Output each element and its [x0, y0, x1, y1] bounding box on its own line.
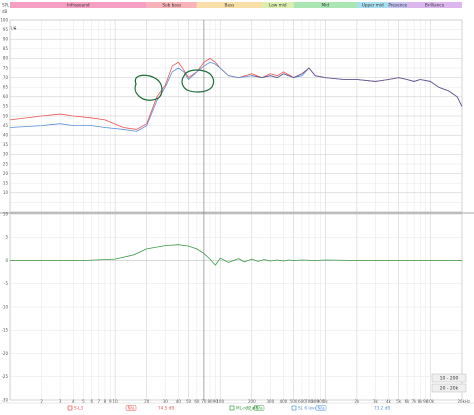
y-tick-label: 80	[3, 56, 9, 61]
y-tick-label: -10	[1, 304, 8, 309]
band-label-7: Brilliance	[425, 3, 445, 8]
spl-series-0	[9, 58, 463, 130]
y-tick-label: 10	[3, 211, 9, 216]
band-label-4: Mid	[322, 3, 330, 8]
y-tick-label: 85	[3, 46, 9, 51]
legend-badge-label-0: N/a	[127, 405, 135, 410]
y-tick-label: 30	[3, 152, 9, 157]
range-button-bottom[interactable]: 20 - 20k	[431, 383, 467, 393]
y-tick-label: 25	[3, 161, 9, 166]
spl-label: SPL	[2, 3, 10, 8]
band-label-6: Presence	[388, 3, 407, 8]
y-tick-label: 20	[3, 171, 9, 176]
annotation-circle-left	[134, 74, 163, 101]
y-tick-label: -5	[4, 281, 8, 286]
frequency-band-strip: Infrasound Sub bass Bass Low mid Mid Upper mi…	[10, 2, 462, 8]
delta-plot-series	[10, 244, 462, 266]
frequency-response-chart: Infrasound Sub bass Bass Low mid Mid Upper mi…	[0, 2, 474, 411]
legend-value-1: 72 dB	[246, 406, 258, 411]
band-label-5: Upper mid	[362, 3, 384, 8]
range-button-top[interactable]: 10 - 200	[431, 373, 467, 383]
legend-value-2: 73.2 dB	[374, 406, 390, 411]
y-tick-label: -15	[1, 328, 8, 333]
axis-tick-labels: 1015202530354045505560657075808590951001…	[0, 17, 470, 404]
y-tick-label: 0	[5, 258, 8, 263]
y-tick-label: 55	[3, 104, 9, 109]
spl-plot-grid	[0, 19, 474, 214]
y-tick-label: 50	[3, 113, 9, 118]
y-tick-label: 90	[3, 37, 9, 42]
band-label-1: Sub bass	[162, 3, 181, 8]
band-label-3: Low mid	[269, 3, 287, 8]
smoothing-dropdown-icon[interactable]: ▾	[14, 26, 16, 31]
legend-badge-label-2: N/a	[317, 405, 325, 410]
db-label: dB	[2, 9, 8, 14]
range-button-bottom-label: 20 - 20k	[440, 386, 459, 392]
legend-checkbox-0[interactable]	[67, 405, 73, 411]
footer-legend: S-L3 N/a 74.5 dB ML-rec_auvN/a72 dB SL 6 lev…	[0, 402, 474, 411]
y-tick-label: 60	[3, 94, 9, 99]
y-tick-label: 40	[3, 133, 9, 138]
annotation-circle-right	[181, 69, 215, 93]
spl-plot-series	[9, 58, 463, 132]
y-tick-label: 65	[3, 85, 9, 90]
legend-checkbox-1[interactable]	[229, 405, 235, 411]
y-tick-label: 70	[3, 75, 9, 80]
y-tick-label: -30	[1, 397, 8, 402]
band-label-0: Infrasound	[67, 3, 90, 8]
band-label-2: Bass	[225, 3, 235, 8]
legend-checkbox-2[interactable]	[291, 405, 297, 411]
y-tick-label: 75	[3, 65, 9, 70]
legend-value-0: 74.5 dB	[158, 406, 174, 411]
legend-name-0: S-L3	[74, 406, 84, 411]
y-tick-label: 45	[3, 123, 9, 128]
delta-series-0	[10, 244, 462, 266]
y-tick-label: 5	[5, 235, 8, 240]
y-tick-label: 15	[3, 181, 9, 186]
y-tick-label: 100	[0, 17, 8, 22]
y-tick-label: -20	[1, 351, 8, 356]
y-tick-label: 35	[3, 142, 9, 147]
range-button-top-label: 10 - 200	[440, 376, 459, 382]
y-tick-label: 95	[3, 27, 9, 32]
y-tick-label: 10	[3, 190, 9, 195]
y-tick-label: -25	[1, 374, 8, 379]
